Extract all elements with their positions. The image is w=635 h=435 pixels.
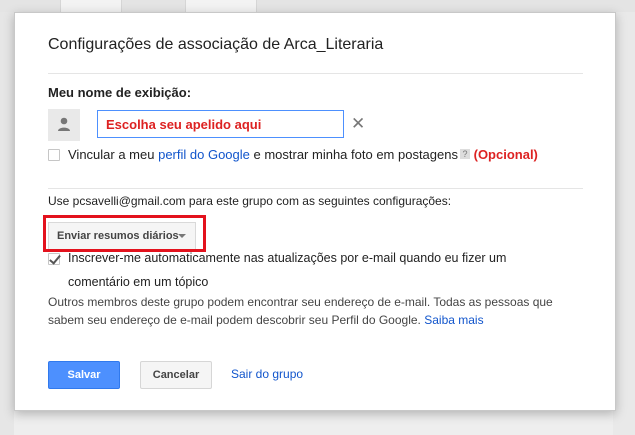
auto-subscribe-text-line1: Inscrever-me automaticamente nas atualiz… [68, 251, 507, 265]
link-profile-suffix: e mostrar minha foto em postagens [249, 147, 458, 162]
save-button[interactable]: Salvar [48, 361, 120, 389]
auto-subscribe-checkbox[interactable] [48, 253, 60, 265]
close-icon[interactable]: ✕ [351, 114, 365, 134]
link-profile-text: Vincular a meu perfil do Google e mostra… [68, 147, 538, 162]
highlight-box [43, 215, 206, 252]
divider [48, 73, 583, 74]
cancel-button[interactable]: Cancelar [140, 361, 212, 389]
dialog-title: Configurações de associação de Arca_Lite… [48, 36, 384, 53]
background-left-strip [0, 12, 14, 435]
auto-subscribe-text-line2: comentário em um tópico [68, 275, 209, 289]
link-profile-prefix: Vincular a meu [68, 147, 159, 162]
divider [48, 188, 583, 189]
background-right-strip [613, 12, 635, 435]
avatar [48, 109, 80, 141]
person-icon [58, 117, 70, 131]
learn-more-link[interactable]: Saiba mais [424, 313, 483, 327]
display-name-label: Meu nome de exibição: [48, 85, 192, 100]
link-profile-checkbox[interactable] [48, 149, 60, 161]
email-settings-text: Use pcsavelli@gmail.com para este grupo … [48, 194, 452, 208]
leave-group-link[interactable]: Sair do grupo [231, 367, 303, 381]
membership-settings-dialog: Configurações de associação de Arca_Lite… [14, 12, 616, 411]
privacy-info: Outros membros deste grupo podem encontr… [48, 293, 583, 329]
nickname-input[interactable] [97, 110, 344, 138]
google-profile-link[interactable]: perfil do Google [158, 147, 250, 162]
optional-label: (Opcional) [473, 147, 538, 162]
help-icon[interactable]: ? [459, 149, 470, 159]
